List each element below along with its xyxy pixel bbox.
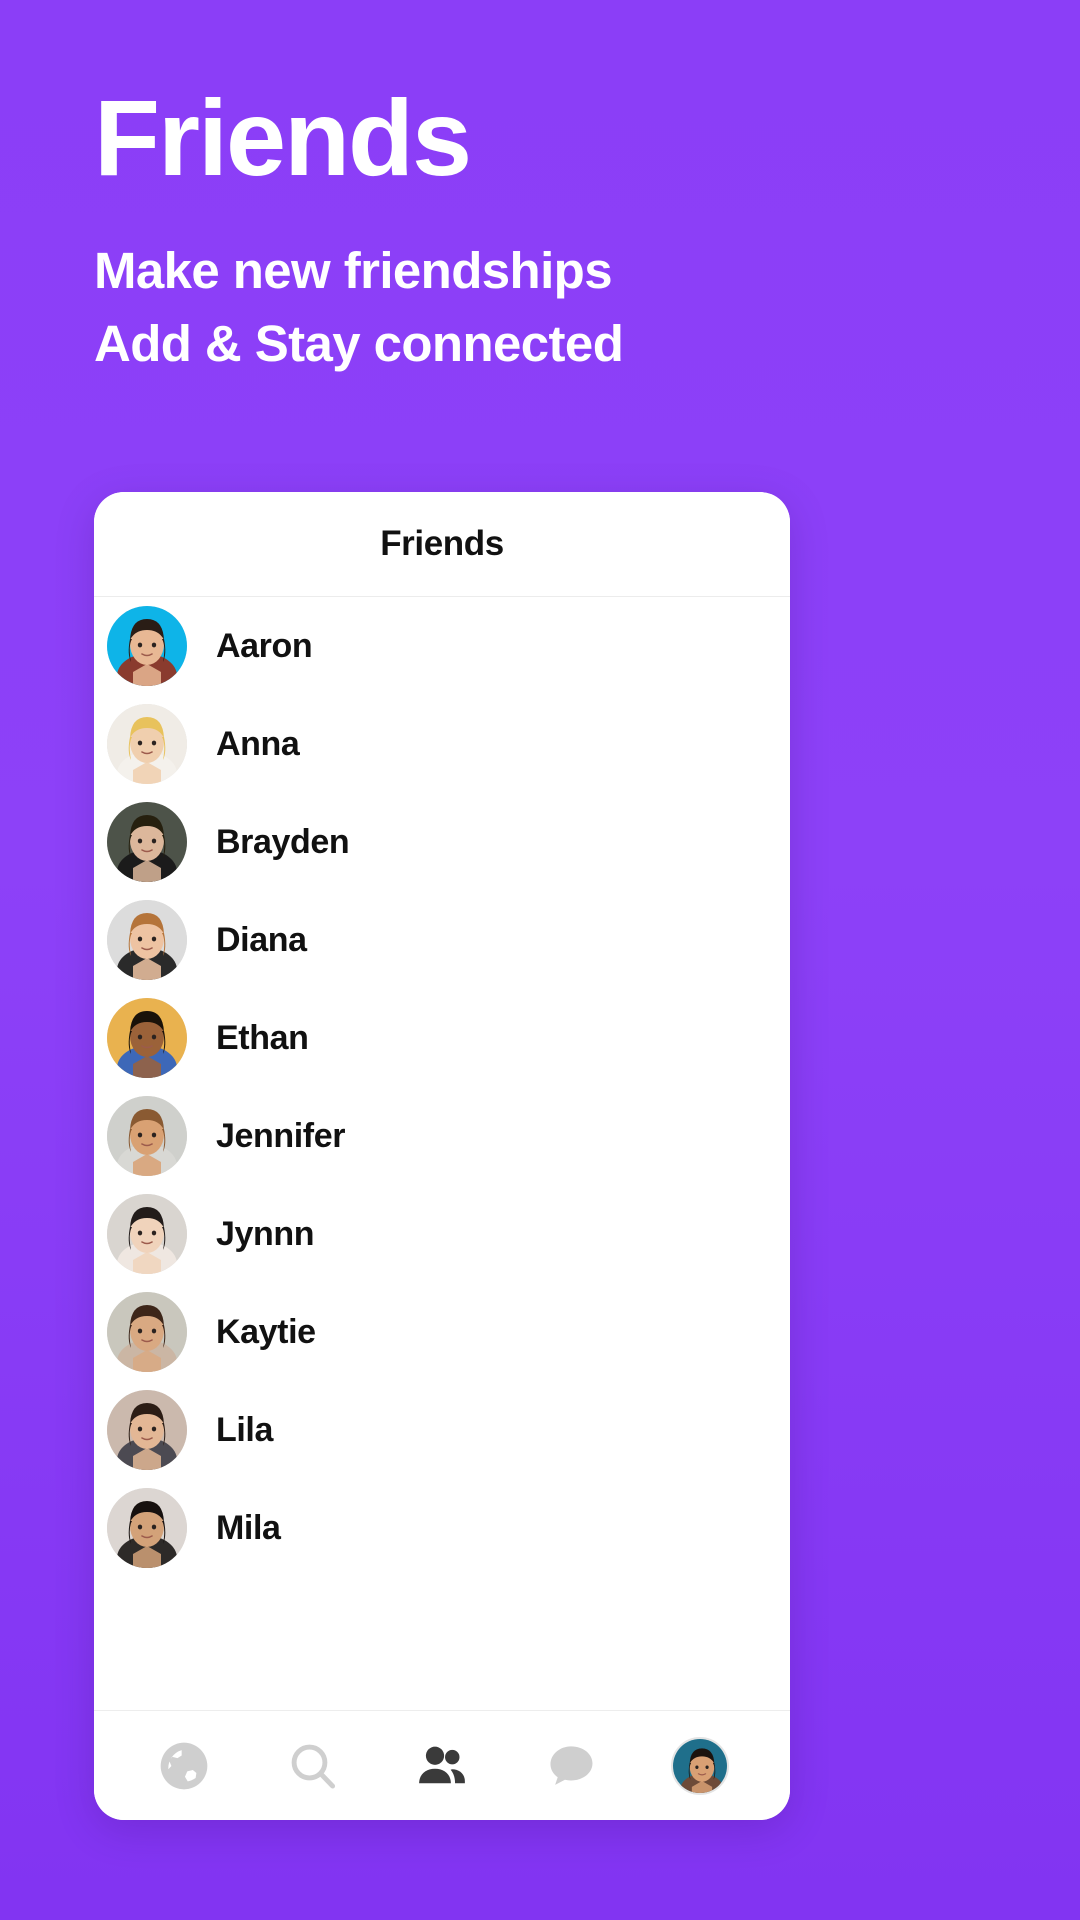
- chat-icon[interactable]: [543, 1738, 599, 1794]
- promo-subtitle-line-2: Add & Stay connected: [94, 315, 624, 373]
- avatar-lila[interactable]: [107, 1390, 187, 1470]
- app-header: Friends: [94, 492, 790, 597]
- friend-row[interactable]: Brayden: [94, 793, 790, 891]
- avatar-diana[interactable]: [107, 900, 187, 980]
- friend-name: Anna: [216, 724, 300, 763]
- friend-name: Kaytie: [216, 1312, 316, 1351]
- avatar-ethan[interactable]: [107, 998, 187, 1078]
- avatar-jennifer[interactable]: [107, 1096, 187, 1176]
- friend-name: Jennifer: [216, 1116, 346, 1155]
- promo-title: Friends: [94, 77, 472, 198]
- avatar-brayden[interactable]: [107, 802, 187, 882]
- avatar-anna[interactable]: [107, 704, 187, 784]
- nav-item-discover[interactable]: [141, 1723, 227, 1809]
- friend-name: Lila: [216, 1410, 273, 1449]
- friend-name: Ethan: [216, 1018, 309, 1057]
- friend-name: Jynnn: [216, 1214, 315, 1253]
- promo-subtitle-line-1: Make new friendships: [94, 242, 613, 299]
- friend-name: Aaron: [216, 626, 313, 665]
- globe-icon[interactable]: [156, 1738, 212, 1794]
- nav-item-chats[interactable]: [528, 1723, 614, 1809]
- friend-row[interactable]: Mila: [94, 1479, 790, 1577]
- avatar-mila[interactable]: [107, 1488, 187, 1568]
- avatar-jynnn[interactable]: [107, 1194, 187, 1274]
- friend-row[interactable]: Anna: [94, 695, 790, 793]
- friend-name: Mila: [216, 1508, 281, 1547]
- page-title: Friends: [380, 524, 504, 563]
- friend-row[interactable]: Aaron: [94, 597, 790, 695]
- friend-name: Brayden: [216, 822, 350, 861]
- friend-list[interactable]: Aaron Anna Brayden Diana Ethan Jennifer Jynnn K…: [94, 597, 790, 1710]
- friend-row[interactable]: Jynnn: [94, 1185, 790, 1283]
- friend-row[interactable]: Jennifer: [94, 1087, 790, 1185]
- promo-subtitle: Make new friendships Add & Stay connecte…: [94, 234, 954, 381]
- nav-item-profile[interactable]: [657, 1723, 743, 1809]
- friend-row[interactable]: Kaytie: [94, 1283, 790, 1381]
- phone-screenshot-card: Friends Aaron Anna Brayden Diana Ethan Jennif…: [94, 492, 790, 1820]
- promo-copy: Friends Make new friendships Add & Stay …: [94, 84, 954, 381]
- people-icon[interactable]: [414, 1738, 470, 1794]
- friend-row[interactable]: Diana: [94, 891, 790, 989]
- avatar-aaron[interactable]: [107, 606, 187, 686]
- nav-item-friends[interactable]: [399, 1723, 485, 1809]
- friend-name: Diana: [216, 920, 307, 959]
- bottom-nav[interactable]: [94, 1710, 790, 1820]
- friend-row[interactable]: Ethan: [94, 989, 790, 1087]
- profile-avatar-icon[interactable]: [670, 1736, 729, 1795]
- nav-item-search[interactable]: [270, 1723, 356, 1809]
- search-icon[interactable]: [285, 1738, 341, 1794]
- avatar-kaytie[interactable]: [107, 1292, 187, 1372]
- friend-row[interactable]: Lila: [94, 1381, 790, 1479]
